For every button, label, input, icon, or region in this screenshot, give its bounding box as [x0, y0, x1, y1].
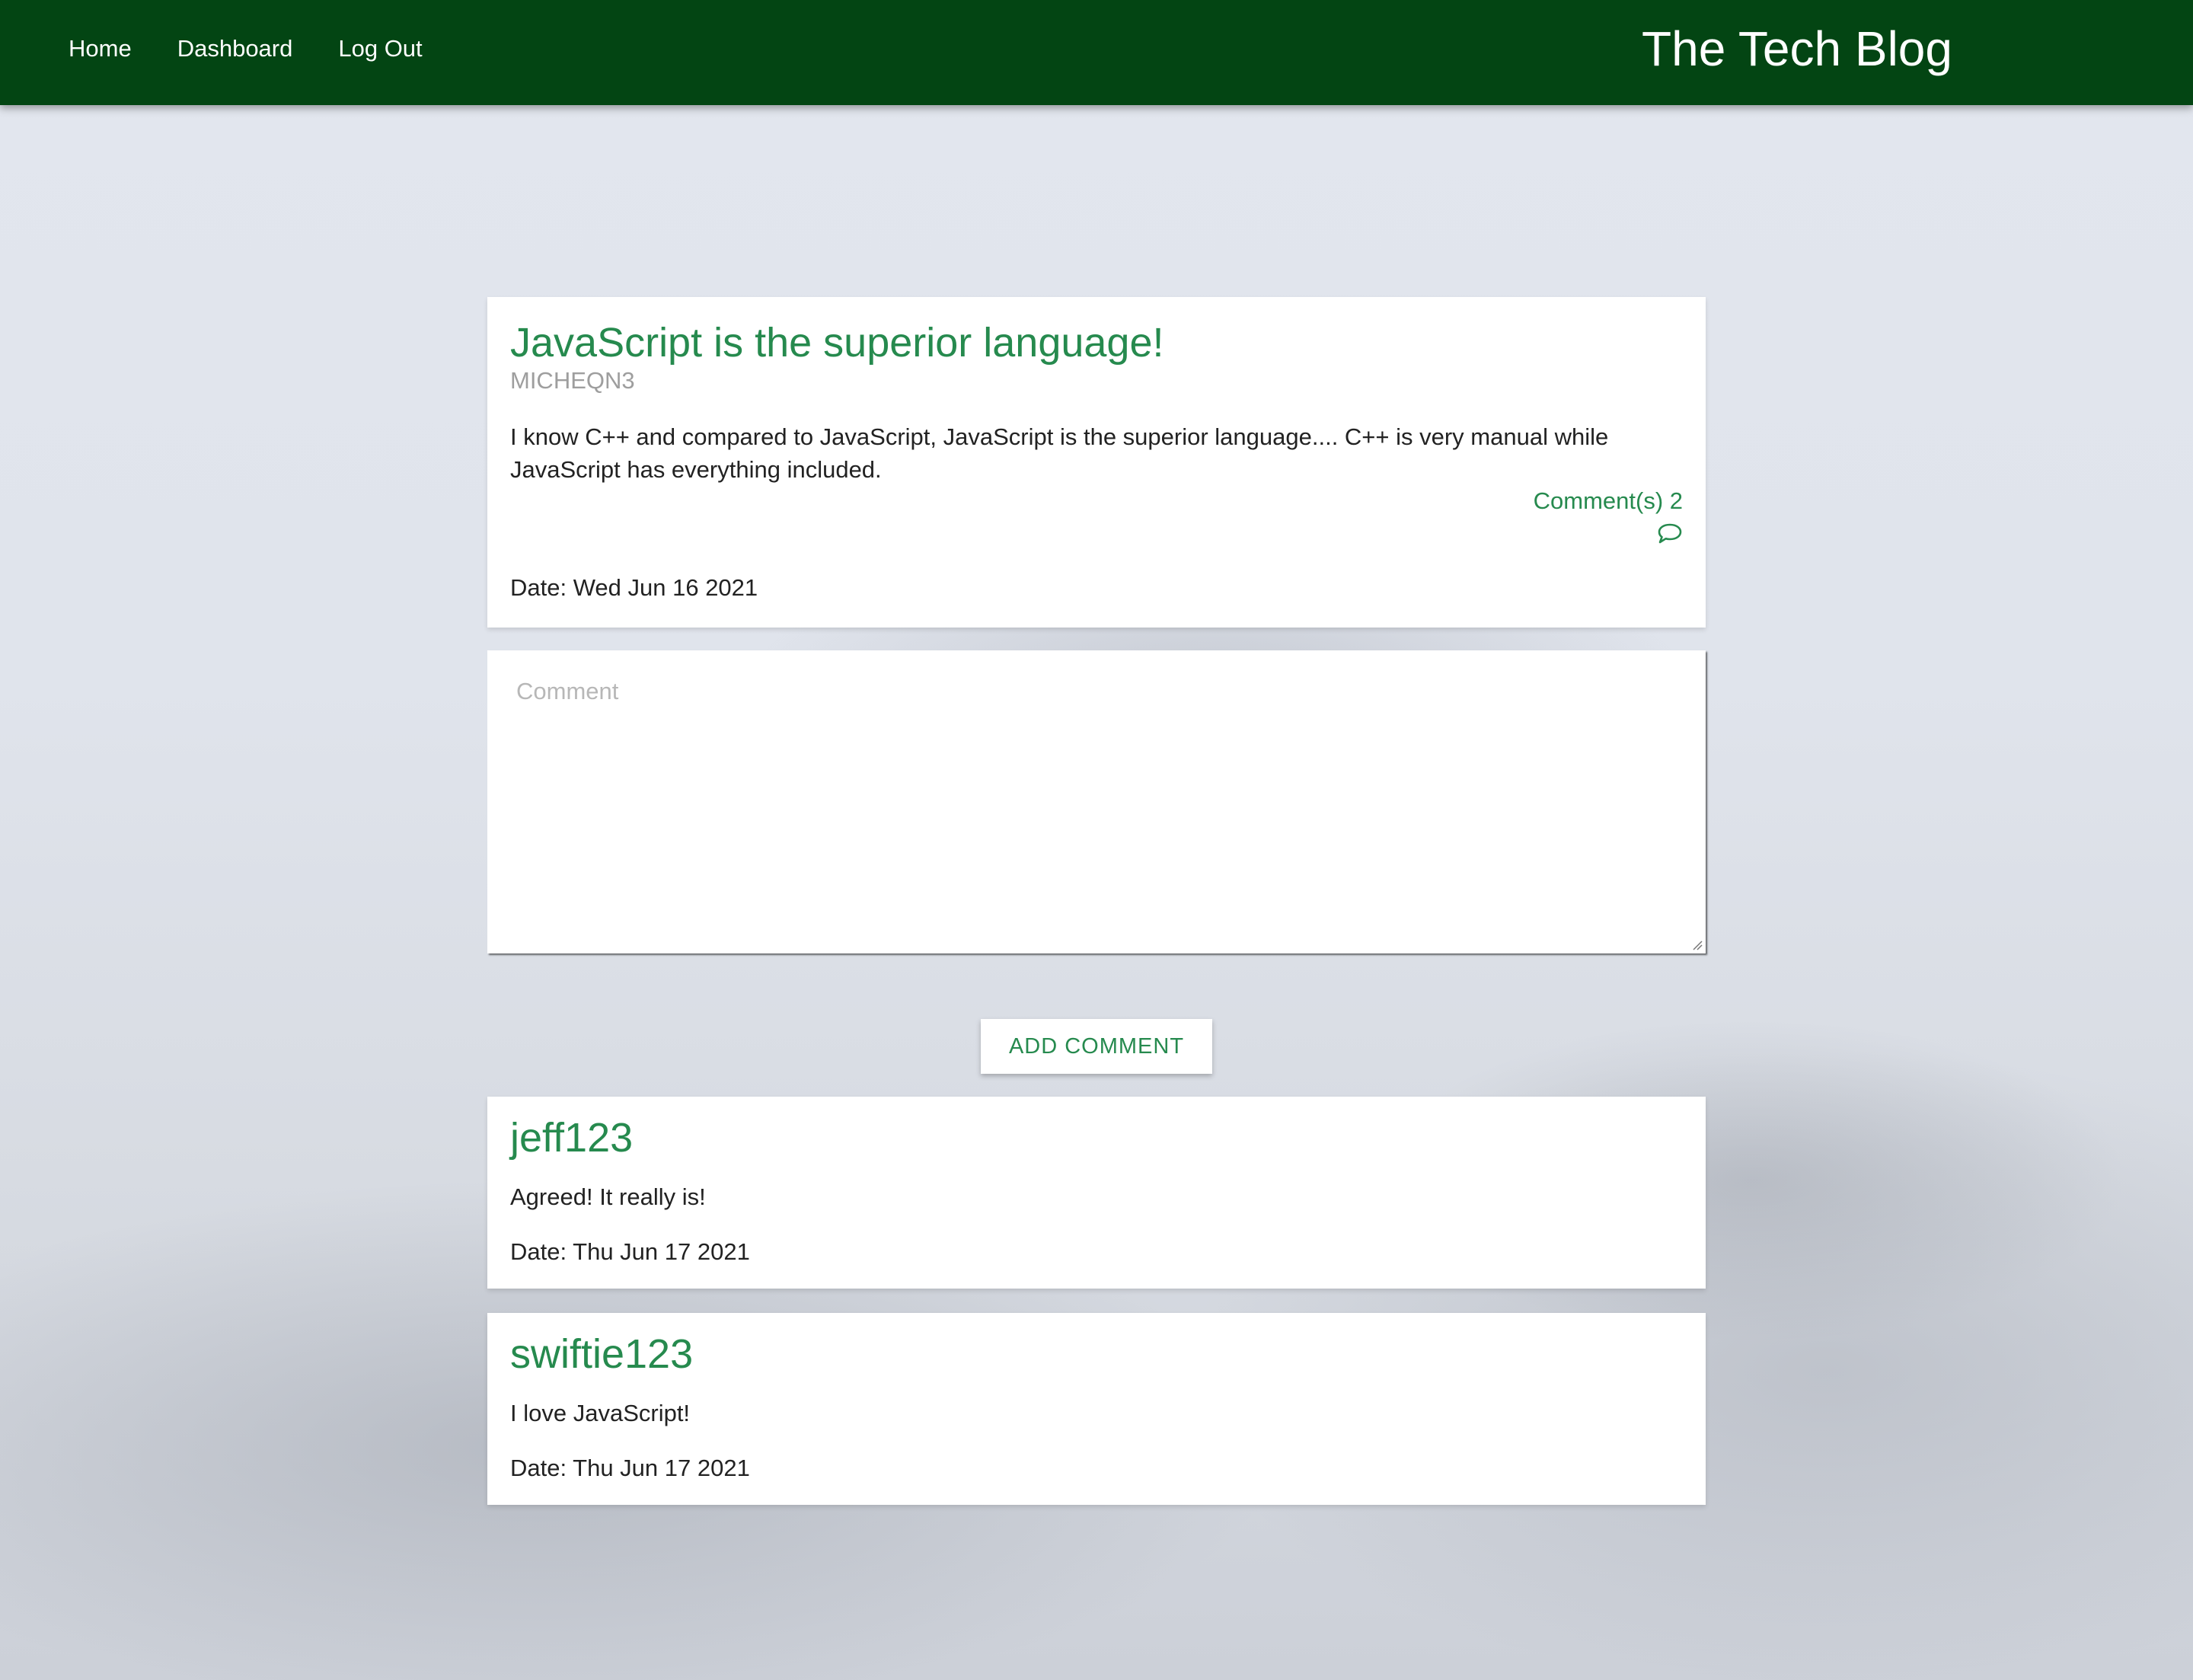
nav-logout-link[interactable]: Log Out [338, 35, 422, 62]
nav-dashboard-link[interactable]: Dashboard [177, 35, 293, 62]
comment-card: jeff123 Agreed! It really is! Date: Thu … [487, 1097, 1706, 1289]
speech-bubble-icon[interactable] [1657, 522, 1683, 545]
comment-text: I love JavaScript! [510, 1400, 691, 1426]
add-comment-button[interactable]: ADD COMMENT [981, 1019, 1212, 1074]
navbar: Home Dashboard Log Out The Tech Blog [0, 0, 2193, 105]
comment-date: Date: Thu Jun 17 2021 [510, 1238, 750, 1265]
comment-username: jeff123 [510, 1115, 634, 1161]
comment-text: Agreed! It really is! [510, 1183, 706, 1210]
nav-home-link[interactable]: Home [69, 35, 132, 62]
comment-card: swiftie123 I love JavaScript! Date: Thu … [487, 1313, 1706, 1505]
post-author: MICHEQN3 [510, 367, 635, 394]
nav-links: Home Dashboard Log Out [69, 0, 423, 97]
resize-grip-icon[interactable] [1692, 940, 1703, 950]
post-card: JavaScript is the superior language! MIC… [487, 297, 1706, 628]
comment-input[interactable] [487, 650, 1706, 953]
comment-username: swiftie123 [510, 1331, 694, 1377]
comment-date: Date: Thu Jun 17 2021 [510, 1455, 750, 1481]
comment-count-link[interactable]: Comment(s) 2 [1534, 487, 1683, 515]
post-title: JavaScript is the superior language! [510, 320, 1164, 366]
post-date: Date: Wed Jun 16 2021 [510, 574, 758, 601]
site-title: The Tech Blog [1642, 21, 1952, 76]
post-body: I know C++ and compared to JavaScript, J… [510, 423, 1609, 483]
